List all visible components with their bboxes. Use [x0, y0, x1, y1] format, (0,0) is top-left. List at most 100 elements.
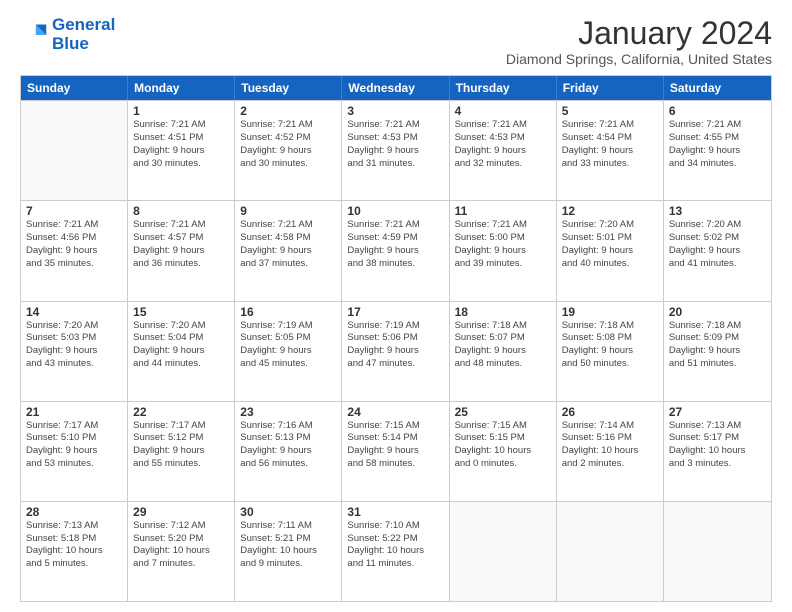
header-day-thursday: Thursday — [450, 76, 557, 100]
day-number: 15 — [133, 305, 229, 319]
calendar-cell: 12Sunrise: 7:20 AMSunset: 5:01 PMDayligh… — [557, 201, 664, 300]
calendar-cell: 14Sunrise: 7:20 AMSunset: 5:03 PMDayligh… — [21, 302, 128, 401]
day-info: Sunrise: 7:20 AMSunset: 5:02 PMDaylight:… — [669, 219, 766, 270]
day-number: 5 — [562, 104, 658, 118]
day-info: Sunrise: 7:13 AMSunset: 5:17 PMDaylight:… — [669, 420, 766, 471]
header: General Blue January 2024 Diamond Spring… — [20, 16, 772, 67]
day-info: Sunrise: 7:17 AMSunset: 5:12 PMDaylight:… — [133, 420, 229, 471]
day-number: 8 — [133, 204, 229, 218]
calendar-cell: 17Sunrise: 7:19 AMSunset: 5:06 PMDayligh… — [342, 302, 449, 401]
calendar-row: 21Sunrise: 7:17 AMSunset: 5:10 PMDayligh… — [21, 401, 771, 501]
calendar-cell: 24Sunrise: 7:15 AMSunset: 5:14 PMDayligh… — [342, 402, 449, 501]
day-number: 11 — [455, 204, 551, 218]
calendar-cell: 5Sunrise: 7:21 AMSunset: 4:54 PMDaylight… — [557, 101, 664, 200]
day-number: 13 — [669, 204, 766, 218]
day-number: 6 — [669, 104, 766, 118]
header-day-friday: Friday — [557, 76, 664, 100]
logo: General Blue — [20, 16, 115, 53]
header-day-sunday: Sunday — [21, 76, 128, 100]
calendar-body: 1Sunrise: 7:21 AMSunset: 4:51 PMDaylight… — [21, 100, 771, 601]
calendar-cell — [664, 502, 771, 601]
calendar: SundayMondayTuesdayWednesdayThursdayFrid… — [20, 75, 772, 602]
calendar-cell: 7Sunrise: 7:21 AMSunset: 4:56 PMDaylight… — [21, 201, 128, 300]
day-number: 19 — [562, 305, 658, 319]
day-number: 17 — [347, 305, 443, 319]
day-number: 31 — [347, 505, 443, 519]
day-info: Sunrise: 7:18 AMSunset: 5:09 PMDaylight:… — [669, 320, 766, 371]
calendar-cell: 10Sunrise: 7:21 AMSunset: 4:59 PMDayligh… — [342, 201, 449, 300]
calendar-cell: 9Sunrise: 7:21 AMSunset: 4:58 PMDaylight… — [235, 201, 342, 300]
day-info: Sunrise: 7:21 AMSunset: 4:51 PMDaylight:… — [133, 119, 229, 170]
calendar-cell: 18Sunrise: 7:18 AMSunset: 5:07 PMDayligh… — [450, 302, 557, 401]
calendar-cell: 11Sunrise: 7:21 AMSunset: 5:00 PMDayligh… — [450, 201, 557, 300]
day-info: Sunrise: 7:21 AMSunset: 4:56 PMDaylight:… — [26, 219, 122, 270]
calendar-row: 1Sunrise: 7:21 AMSunset: 4:51 PMDaylight… — [21, 100, 771, 200]
day-info: Sunrise: 7:15 AMSunset: 5:14 PMDaylight:… — [347, 420, 443, 471]
day-info: Sunrise: 7:19 AMSunset: 5:06 PMDaylight:… — [347, 320, 443, 371]
day-info: Sunrise: 7:21 AMSunset: 4:59 PMDaylight:… — [347, 219, 443, 270]
day-info: Sunrise: 7:20 AMSunset: 5:01 PMDaylight:… — [562, 219, 658, 270]
calendar-cell: 4Sunrise: 7:21 AMSunset: 4:53 PMDaylight… — [450, 101, 557, 200]
calendar-cell: 31Sunrise: 7:10 AMSunset: 5:22 PMDayligh… — [342, 502, 449, 601]
day-number: 28 — [26, 505, 122, 519]
calendar-row: 28Sunrise: 7:13 AMSunset: 5:18 PMDayligh… — [21, 501, 771, 601]
calendar-cell: 1Sunrise: 7:21 AMSunset: 4:51 PMDaylight… — [128, 101, 235, 200]
day-number: 16 — [240, 305, 336, 319]
calendar-cell — [450, 502, 557, 601]
calendar-cell: 23Sunrise: 7:16 AMSunset: 5:13 PMDayligh… — [235, 402, 342, 501]
day-number: 23 — [240, 405, 336, 419]
day-info: Sunrise: 7:21 AMSunset: 5:00 PMDaylight:… — [455, 219, 551, 270]
calendar-cell: 20Sunrise: 7:18 AMSunset: 5:09 PMDayligh… — [664, 302, 771, 401]
calendar-cell: 19Sunrise: 7:18 AMSunset: 5:08 PMDayligh… — [557, 302, 664, 401]
calendar-cell: 15Sunrise: 7:20 AMSunset: 5:04 PMDayligh… — [128, 302, 235, 401]
day-info: Sunrise: 7:21 AMSunset: 4:53 PMDaylight:… — [455, 119, 551, 170]
day-number: 24 — [347, 405, 443, 419]
day-number: 21 — [26, 405, 122, 419]
day-info: Sunrise: 7:13 AMSunset: 5:18 PMDaylight:… — [26, 520, 122, 571]
day-info: Sunrise: 7:21 AMSunset: 4:55 PMDaylight:… — [669, 119, 766, 170]
day-info: Sunrise: 7:10 AMSunset: 5:22 PMDaylight:… — [347, 520, 443, 571]
day-number: 22 — [133, 405, 229, 419]
day-info: Sunrise: 7:21 AMSunset: 4:53 PMDaylight:… — [347, 119, 443, 170]
day-number: 9 — [240, 204, 336, 218]
title-block: January 2024 Diamond Springs, California… — [506, 16, 772, 67]
logo-text: General Blue — [52, 16, 115, 53]
day-number: 26 — [562, 405, 658, 419]
day-number: 14 — [26, 305, 122, 319]
day-info: Sunrise: 7:18 AMSunset: 5:07 PMDaylight:… — [455, 320, 551, 371]
day-number: 10 — [347, 204, 443, 218]
day-number: 20 — [669, 305, 766, 319]
location: Diamond Springs, California, United Stat… — [506, 51, 772, 67]
day-number: 27 — [669, 405, 766, 419]
calendar-cell: 6Sunrise: 7:21 AMSunset: 4:55 PMDaylight… — [664, 101, 771, 200]
day-number: 25 — [455, 405, 551, 419]
day-number: 30 — [240, 505, 336, 519]
day-info: Sunrise: 7:21 AMSunset: 4:58 PMDaylight:… — [240, 219, 336, 270]
day-info: Sunrise: 7:15 AMSunset: 5:15 PMDaylight:… — [455, 420, 551, 471]
calendar-cell: 29Sunrise: 7:12 AMSunset: 5:20 PMDayligh… — [128, 502, 235, 601]
month-year: January 2024 — [506, 16, 772, 51]
calendar-row: 14Sunrise: 7:20 AMSunset: 5:03 PMDayligh… — [21, 301, 771, 401]
day-number: 1 — [133, 104, 229, 118]
day-info: Sunrise: 7:21 AMSunset: 4:52 PMDaylight:… — [240, 119, 336, 170]
day-info: Sunrise: 7:17 AMSunset: 5:10 PMDaylight:… — [26, 420, 122, 471]
calendar-cell: 2Sunrise: 7:21 AMSunset: 4:52 PMDaylight… — [235, 101, 342, 200]
day-number: 18 — [455, 305, 551, 319]
day-info: Sunrise: 7:19 AMSunset: 5:05 PMDaylight:… — [240, 320, 336, 371]
calendar-cell: 22Sunrise: 7:17 AMSunset: 5:12 PMDayligh… — [128, 402, 235, 501]
calendar-header: SundayMondayTuesdayWednesdayThursdayFrid… — [21, 76, 771, 100]
calendar-cell: 3Sunrise: 7:21 AMSunset: 4:53 PMDaylight… — [342, 101, 449, 200]
day-info: Sunrise: 7:16 AMSunset: 5:13 PMDaylight:… — [240, 420, 336, 471]
day-info: Sunrise: 7:12 AMSunset: 5:20 PMDaylight:… — [133, 520, 229, 571]
calendar-cell — [21, 101, 128, 200]
day-info: Sunrise: 7:20 AMSunset: 5:03 PMDaylight:… — [26, 320, 122, 371]
day-info: Sunrise: 7:11 AMSunset: 5:21 PMDaylight:… — [240, 520, 336, 571]
calendar-row: 7Sunrise: 7:21 AMSunset: 4:56 PMDaylight… — [21, 200, 771, 300]
calendar-cell: 8Sunrise: 7:21 AMSunset: 4:57 PMDaylight… — [128, 201, 235, 300]
header-day-monday: Monday — [128, 76, 235, 100]
header-day-saturday: Saturday — [664, 76, 771, 100]
day-info: Sunrise: 7:18 AMSunset: 5:08 PMDaylight:… — [562, 320, 658, 371]
day-info: Sunrise: 7:21 AMSunset: 4:57 PMDaylight:… — [133, 219, 229, 270]
day-info: Sunrise: 7:20 AMSunset: 5:04 PMDaylight:… — [133, 320, 229, 371]
calendar-cell: 28Sunrise: 7:13 AMSunset: 5:18 PMDayligh… — [21, 502, 128, 601]
